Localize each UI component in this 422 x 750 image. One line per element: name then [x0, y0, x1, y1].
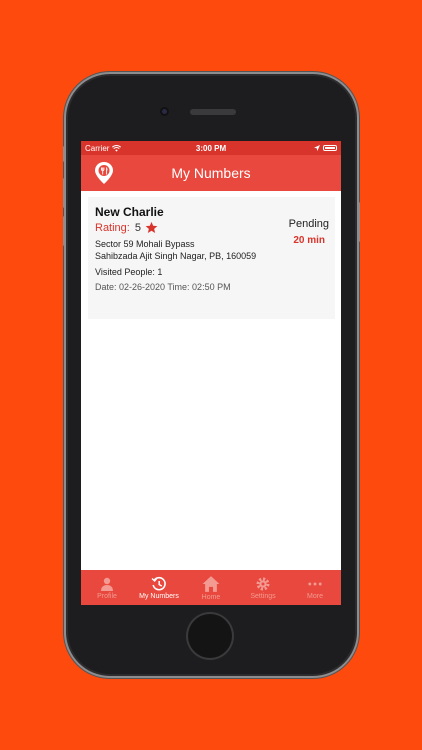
clock: 3:00 PM [195, 143, 227, 153]
tab-my-numbers[interactable]: My Numbers [133, 570, 185, 605]
rating-value: 5 [134, 221, 141, 234]
volume-down-button [63, 216, 66, 246]
page-title: My Numbers [171, 165, 251, 181]
mute-switch [63, 146, 66, 162]
tab-label: Home [201, 593, 221, 601]
navigation-bar: My Numbers [81, 155, 341, 191]
power-button [357, 202, 360, 242]
eta-label: 20 min [293, 235, 325, 246]
more-dots-icon [308, 582, 322, 585]
tab-settings[interactable]: Settings [237, 570, 289, 605]
status-label: Pending [288, 218, 329, 230]
visit-datetime: Date: 02-26-2020 Time: 02:50 PM [95, 282, 231, 292]
number-card[interactable]: New Charlie Rating: 5 Sector 59 Mohali B… [88, 197, 335, 319]
rating-label: Rating: [95, 221, 130, 234]
tab-bar: Profile My Numbers Home Settings More [81, 570, 341, 605]
status-bar: Carrier 3:00 PM [81, 141, 341, 155]
person-icon [101, 577, 113, 591]
tab-label: More [307, 592, 323, 600]
tab-label: Profile [97, 592, 117, 600]
tab-home[interactable]: Home [185, 570, 237, 605]
app-screen: Carrier 3:00 PM My Numbers New Charlie R… [81, 141, 341, 605]
gear-icon [256, 577, 270, 590]
app-logo-icon [95, 162, 113, 184]
battery-icon [323, 145, 337, 151]
address-line-2: Sahibzada Ajit Singh Nagar, PB, 160059 [95, 251, 257, 261]
card-title: New Charlie [95, 205, 164, 219]
star-icon [145, 221, 158, 234]
home-icon [202, 575, 220, 592]
earpiece-speaker [190, 109, 236, 115]
tab-more[interactable]: More [289, 570, 341, 605]
tab-profile[interactable]: Profile [81, 570, 133, 605]
tab-label: My Numbers [139, 592, 179, 600]
volume-up-button [63, 178, 66, 208]
tab-label: Settings [250, 592, 276, 600]
front-camera [160, 107, 169, 116]
home-button[interactable] [188, 614, 232, 658]
history-icon [151, 576, 166, 591]
visited-people: Visited People: 1 [95, 267, 163, 277]
